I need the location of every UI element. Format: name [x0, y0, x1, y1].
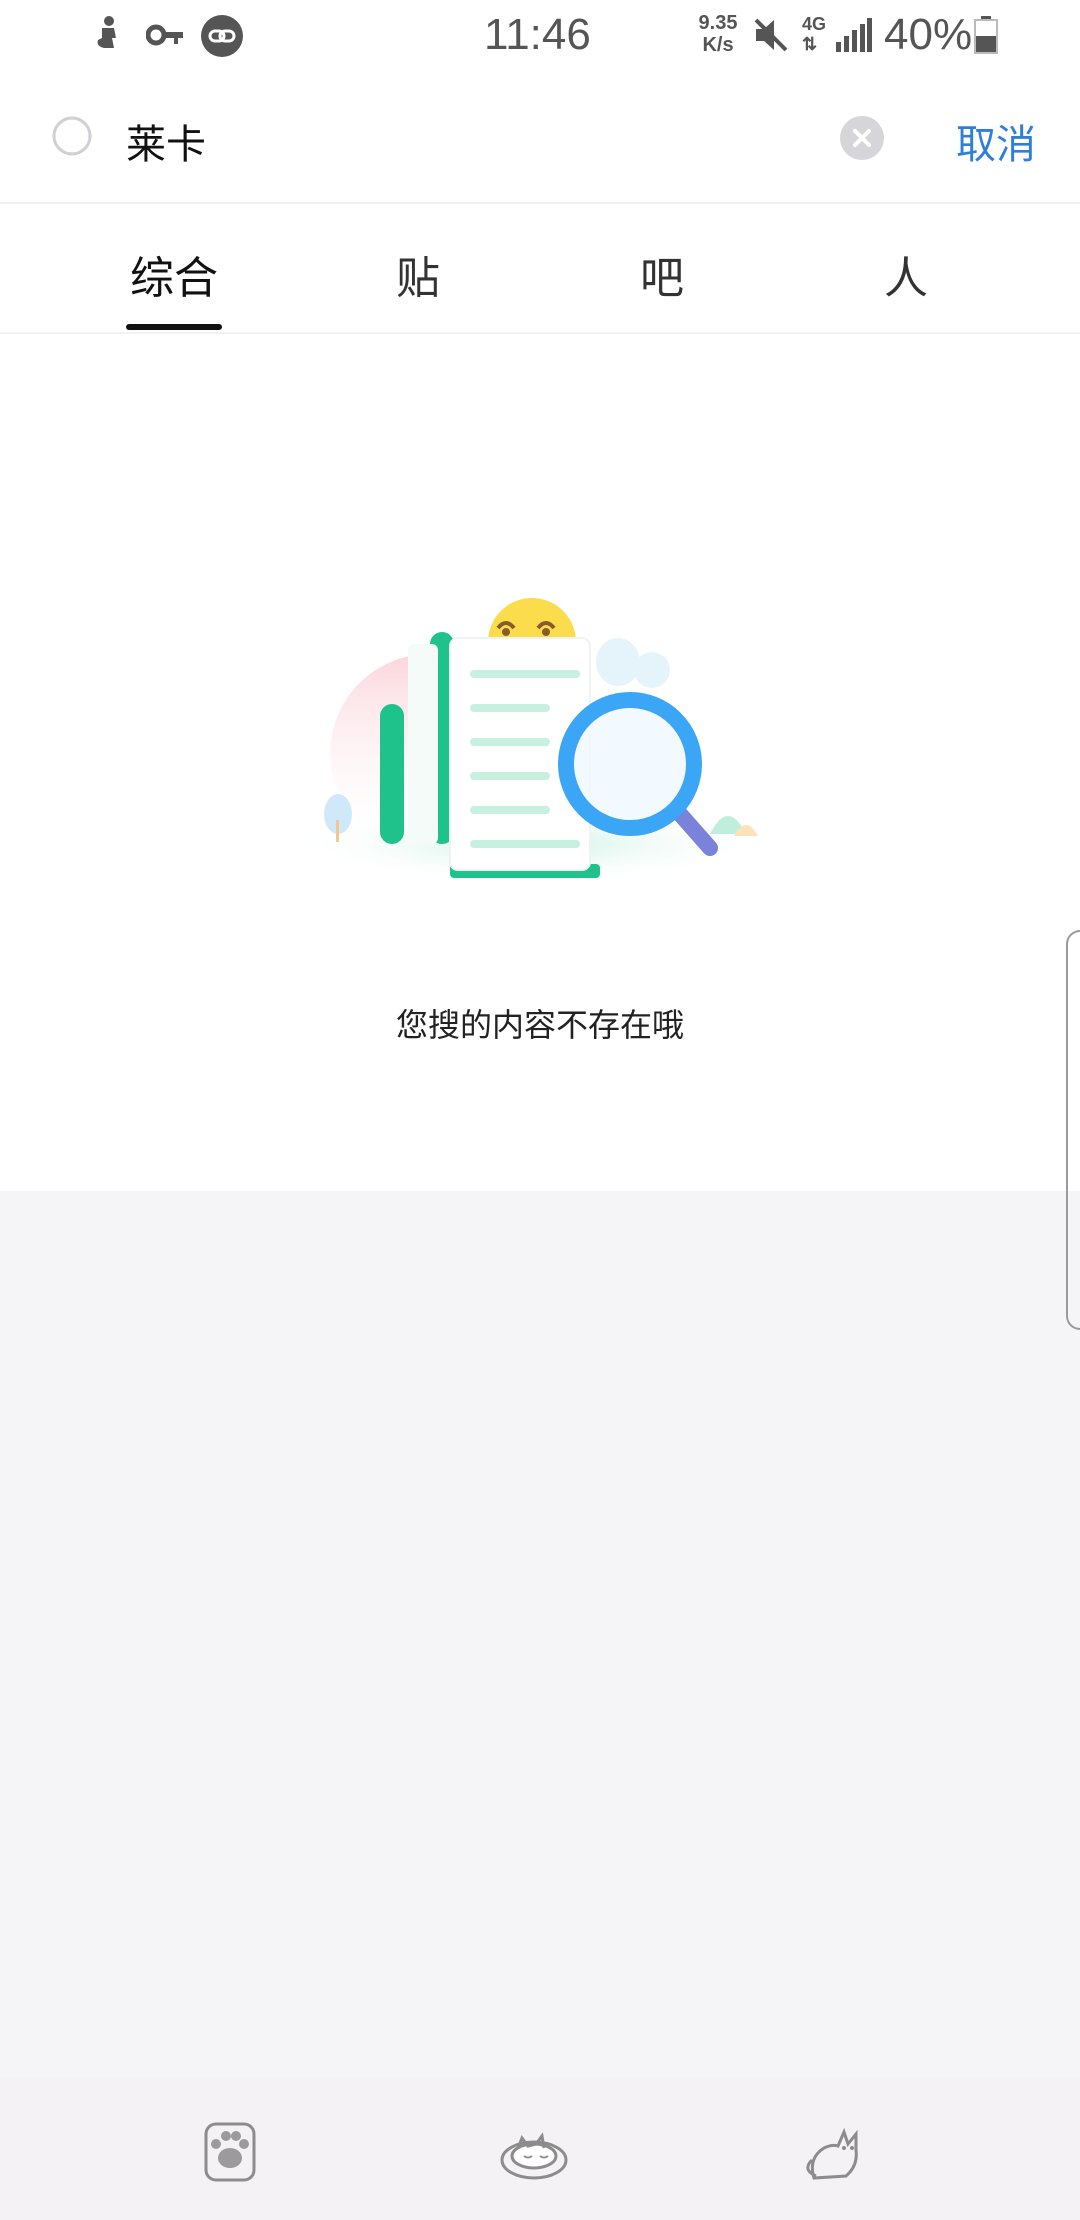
empty-search-illustration — [280, 574, 800, 918]
battery-icon — [974, 16, 998, 58]
empty-state-message: 您搜的内容不存在哦 — [395, 1006, 684, 1044]
search-tabs: 综合 贴 吧 人 — [0, 204, 1080, 334]
tab-posts[interactable]: 贴 — [348, 242, 488, 306]
notification-icon — [92, 14, 126, 58]
key-icon — [145, 20, 184, 54]
battery-percent: 40% — [884, 10, 973, 59]
bottom-navigation — [0, 2078, 1080, 2220]
link-icon — [200, 14, 244, 62]
cancel-button[interactable]: 取消 — [956, 112, 1036, 170]
tab-forums[interactable]: 吧 — [592, 242, 732, 306]
sleeping-cat-icon[interactable] — [498, 2118, 568, 2188]
edge-panel-handle[interactable] — [1066, 930, 1080, 1330]
speed-unit: K/s — [702, 34, 734, 56]
signal-icon — [836, 18, 872, 56]
status-bar: 11:46 9.35 K/s 4G ⇅ 40% — [0, 0, 1080, 72]
cat-icon[interactable] — [800, 2118, 870, 2188]
clear-search-button[interactable] — [840, 116, 884, 160]
network-type-label: 4G — [802, 14, 827, 34]
data-arrows-icon: ⇅ — [802, 34, 818, 54]
search-icon — [52, 116, 96, 164]
network-type: 4G ⇅ — [802, 14, 826, 54]
speed-value: 9.35 — [698, 12, 738, 34]
network-speed: 9.35 K/s — [692, 12, 744, 56]
active-tab-indicator — [126, 324, 222, 330]
paw-icon[interactable] — [198, 2118, 268, 2188]
search-results-area: 您搜的内容不存在哦 — [0, 334, 1080, 1330]
search-bar: 莱卡 取消 — [0, 72, 1080, 204]
mute-icon — [752, 16, 790, 58]
status-time: 11:46 — [484, 10, 591, 59]
tab-users[interactable]: 人 — [836, 242, 976, 306]
search-input[interactable]: 莱卡 — [126, 112, 206, 170]
tab-comprehensive[interactable]: 综合 — [104, 242, 244, 306]
screen: 11:46 9.35 K/s 4G ⇅ 40% 莱卡 取消 综合 贴 吧 人 您… — [0, 0, 1080, 2220]
